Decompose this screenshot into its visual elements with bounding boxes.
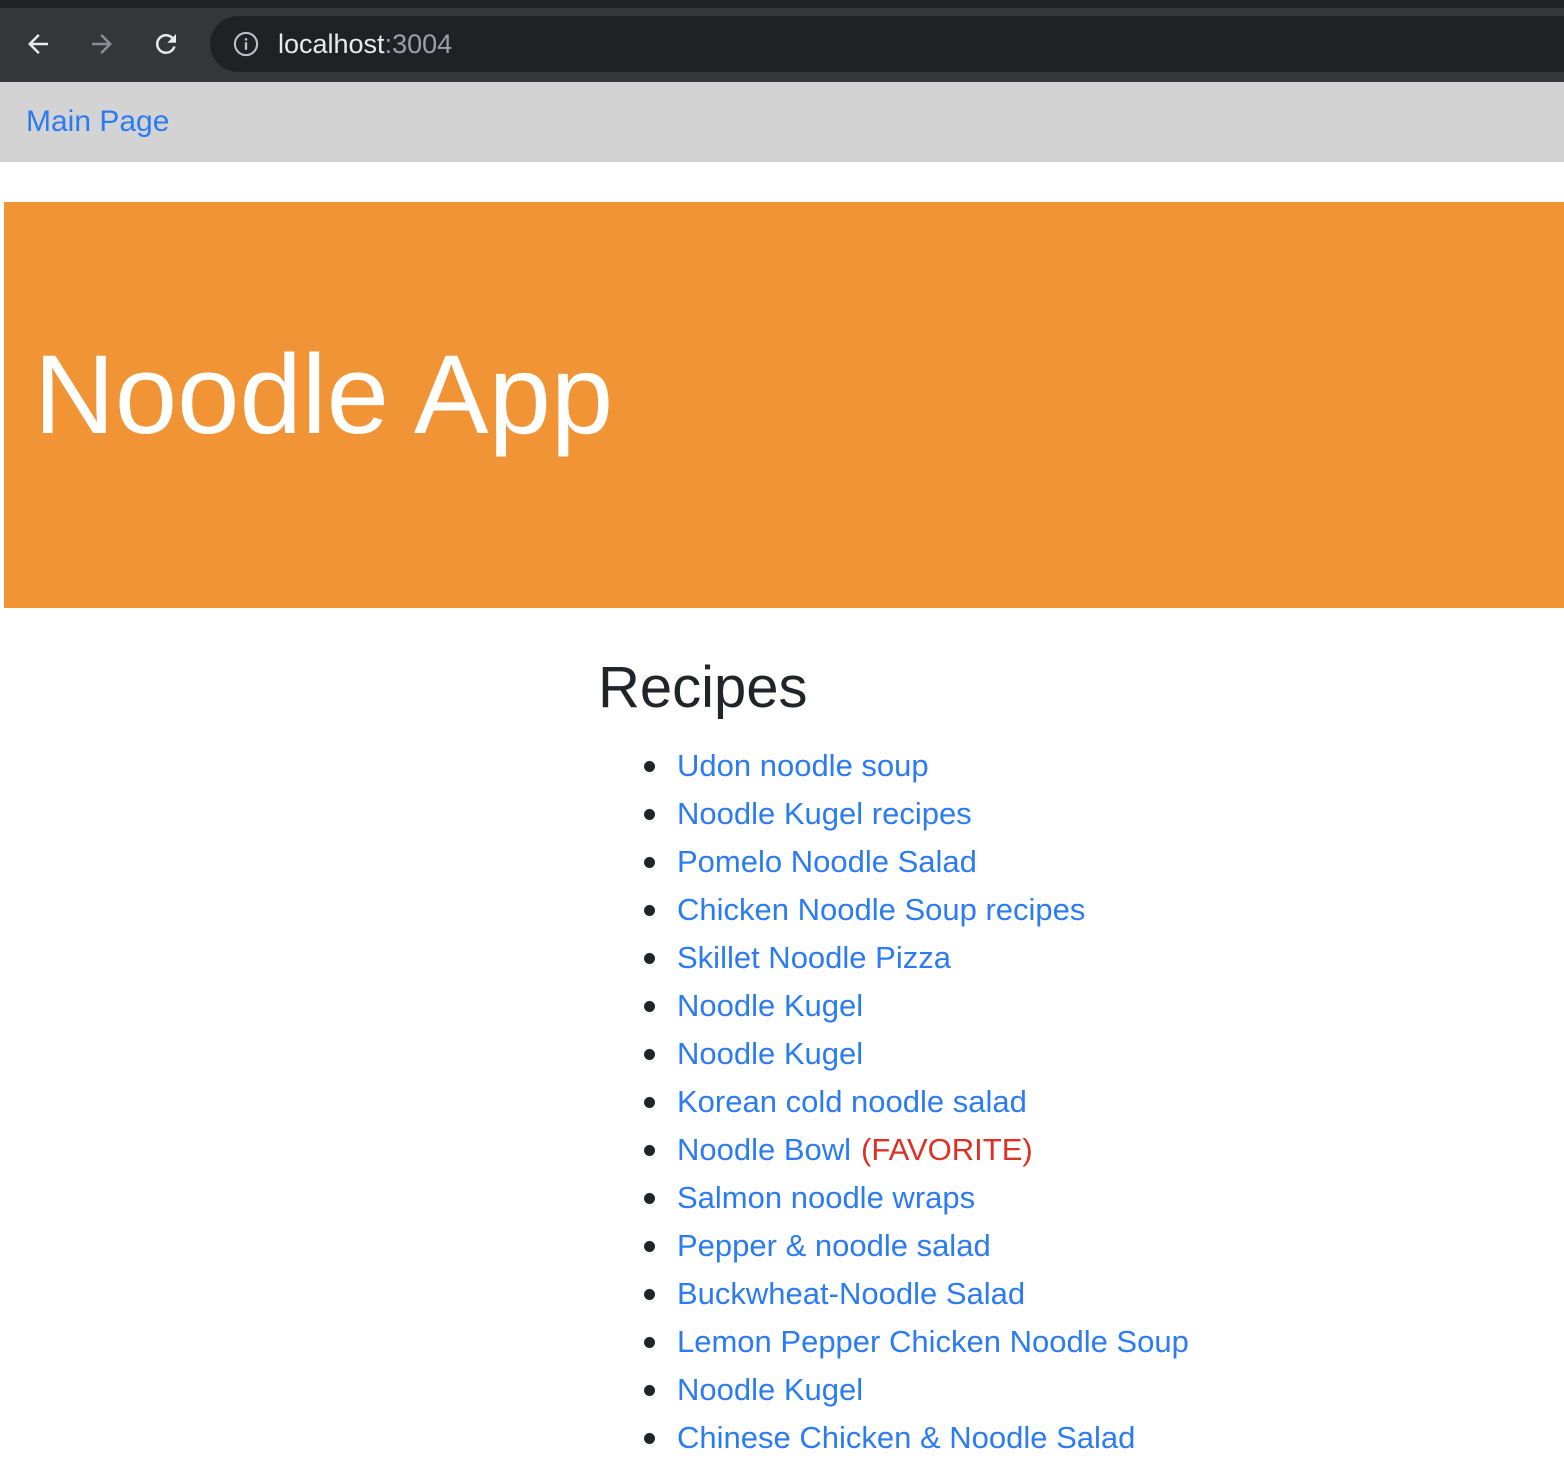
bullet-icon (644, 1337, 655, 1348)
hero-banner: Noodle App (4, 202, 1564, 608)
back-button[interactable] (18, 24, 58, 64)
recipe-link[interactable]: Buckwheat-Noodle Salad (677, 1276, 1025, 1311)
favorite-badge: (FAVORITE) (861, 1132, 1033, 1167)
address-bar[interactable]: localhost:3004 (210, 16, 1564, 72)
bullet-icon (644, 1241, 655, 1252)
bullet-icon (644, 953, 655, 964)
bullet-icon (644, 1289, 655, 1300)
info-circle-icon[interactable] (232, 30, 260, 58)
url-host: localhost (278, 29, 385, 59)
recipe-link[interactable]: Noodle Kugel (677, 988, 863, 1023)
recipe-list-item: Chinese Chicken & Noodle Salad (644, 1414, 1498, 1462)
recipe-link[interactable]: Skillet Noodle Pizza (677, 940, 951, 975)
recipe-list-item: Noodle Kugel recipes (644, 790, 1498, 838)
forward-button[interactable] (82, 24, 122, 64)
top-navbar: Main Page (0, 82, 1564, 162)
bullet-icon (644, 857, 655, 868)
recipe-list-item: Buckwheat-Noodle Salad (644, 1270, 1498, 1318)
recipe-list-item: Salmon noodle wraps (644, 1174, 1498, 1222)
bullet-icon (644, 809, 655, 820)
recipe-link[interactable]: Noodle Kugel (677, 1036, 863, 1071)
recipe-list-item: Skillet Noodle Pizza (644, 934, 1498, 982)
bullet-icon (644, 1001, 655, 1012)
bullet-icon (644, 1433, 655, 1444)
reload-icon (155, 33, 176, 54)
recipe-link[interactable]: Noodle Kugel (677, 1372, 863, 1407)
recipe-link[interactable]: Chicken Noodle Soup recipes (677, 892, 1085, 927)
recipe-list-item: Pepper & noodle salad (644, 1222, 1498, 1270)
browser-toolbar: localhost:3004 (0, 0, 1564, 82)
url-port: :3004 (384, 29, 453, 59)
arrow-right-icon (92, 34, 112, 54)
recipe-list-item: Korean cold noodle salad (644, 1078, 1498, 1126)
arrow-left-icon (28, 34, 48, 54)
main-page-link[interactable]: Main Page (26, 104, 169, 140)
recipe-list: Udon noodle soup Noodle Kugel recipes Pome… (598, 742, 1498, 1462)
recipe-link[interactable]: Pomelo Noodle Salad (677, 844, 977, 879)
bullet-icon (644, 1145, 655, 1156)
recipe-link[interactable]: Salmon noodle wraps (677, 1180, 975, 1215)
recipe-list-item: Udon noodle soup (644, 742, 1498, 790)
recipe-list-item: Chicken Noodle Soup recipes (644, 886, 1498, 934)
bullet-icon (644, 1193, 655, 1204)
bullet-icon (644, 1049, 655, 1060)
recipes-section: Recipes Udon noodle soup Noodle Kugel rec… (598, 652, 1498, 1462)
recipe-link[interactable]: Lemon Pepper Chicken Noodle Soup (677, 1324, 1189, 1359)
url-text: localhost:3004 (278, 29, 452, 59)
recipe-list-item: Noodle Bowl (FAVORITE) (644, 1126, 1498, 1174)
recipe-link[interactable]: Udon noodle soup (677, 748, 929, 783)
recipe-link[interactable]: Pepper & noodle salad (677, 1228, 991, 1263)
recipe-link[interactable]: Noodle Bowl (677, 1132, 851, 1167)
recipe-link[interactable]: Korean cold noodle salad (677, 1084, 1027, 1119)
recipe-list-item: Noodle Kugel (644, 1366, 1498, 1414)
bullet-icon (644, 1385, 655, 1396)
bullet-icon (644, 905, 655, 916)
recipe-link[interactable]: Chinese Chicken & Noodle Salad (677, 1420, 1135, 1455)
bullet-icon (644, 1097, 655, 1108)
recipe-list-item: Lemon Pepper Chicken Noodle Soup (644, 1318, 1498, 1366)
bullet-icon (644, 761, 655, 772)
recipe-link[interactable]: Noodle Kugel recipes (677, 796, 972, 831)
recipe-list-item: Pomelo Noodle Salad (644, 838, 1498, 886)
recipe-list-item: Noodle Kugel (644, 982, 1498, 1030)
recipes-heading: Recipes (598, 655, 808, 720)
recipe-list-item: Noodle Kugel (644, 1030, 1498, 1078)
app-title: Noodle App (34, 332, 614, 457)
reload-button[interactable] (146, 24, 186, 64)
